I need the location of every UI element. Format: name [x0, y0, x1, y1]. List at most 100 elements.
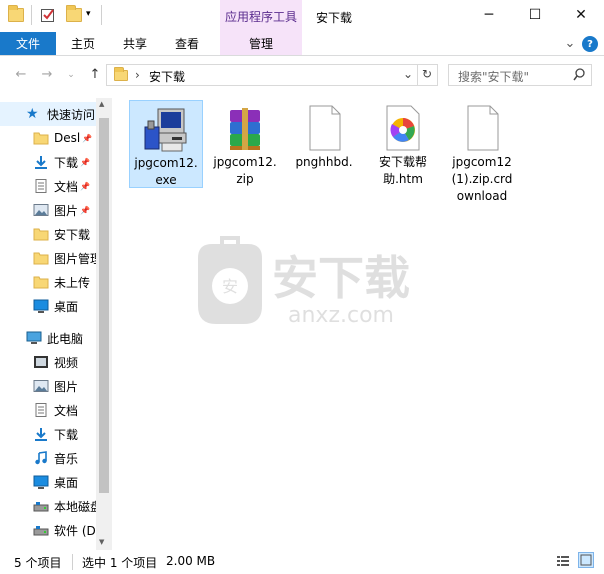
nav-item[interactable]: 图片管理 — [0, 246, 96, 270]
file-name: pnghhbd. — [295, 155, 353, 169]
ribbon-tabs: 文件 主页 共享 查看 管理 ⌄ ? — [0, 32, 604, 56]
selection-size: 2.00 MB — [166, 554, 216, 568]
nav-item[interactable]: 软件 (D — [0, 518, 96, 542]
drive-icon — [33, 523, 49, 537]
file-name: 安下载帮 助.htm — [378, 155, 427, 186]
search-icon[interactable] — [573, 68, 585, 85]
pin-icon: 📌 — [80, 157, 90, 167]
folder-icon — [33, 251, 49, 265]
nav-label: 图片 — [54, 203, 79, 218]
nav-item[interactable]: 文档 📌 — [0, 174, 96, 198]
ribbon-expand-icon[interactable]: ⌄ — [562, 32, 578, 55]
scroll-down-icon[interactable]: ▼ — [99, 538, 104, 546]
nav-item[interactable]: 桌面 — [0, 470, 96, 494]
music-icon — [33, 451, 49, 465]
help-icon[interactable]: ? — [582, 36, 598, 52]
nav-item[interactable]: 本地磁盘 — [0, 494, 96, 518]
tab-home[interactable]: 主页 — [60, 32, 106, 55]
star-icon: ★ — [26, 106, 39, 122]
nav-scrollbar-thumb[interactable] — [99, 118, 109, 493]
nav-label: 本地磁盘 — [54, 499, 96, 514]
file-name: jpgcom12. exe — [134, 156, 198, 187]
file-item[interactable]: 安下载帮 助.htm — [366, 100, 440, 188]
window-title: 安下载 — [316, 11, 353, 25]
nav-item[interactable]: 音乐 — [0, 446, 96, 470]
download-icon — [33, 155, 49, 169]
watermark-text: 安下载 — [272, 251, 410, 305]
computer-icon — [26, 331, 42, 345]
nav-quick-access[interactable]: ★ 快速访问 — [0, 102, 96, 126]
up-arrow-icon[interactable]: ↑ — [86, 67, 104, 83]
divider — [31, 5, 32, 25]
nav-label: 此电脑 — [47, 331, 84, 346]
nav-label: 快速访问 — [47, 107, 96, 122]
file-item[interactable]: pnghhbd. — [287, 100, 361, 188]
document-icon — [33, 403, 49, 417]
desktop-icon — [33, 475, 49, 489]
nav-this-pc[interactable]: 此电脑 — [0, 326, 96, 350]
watermark-logo: 安 安下载 anxz.com — [192, 236, 414, 330]
nav-label: 图片 — [54, 379, 79, 394]
minimize-button[interactable]: ─ — [466, 0, 512, 30]
nav-item[interactable]: 安下载 — [0, 222, 96, 246]
nav-label: 桌面 — [54, 299, 79, 314]
divider — [101, 5, 102, 25]
breadcrumb-item[interactable]: 安下载 — [149, 68, 185, 85]
nav-item[interactable]: 桌面 — [0, 294, 96, 318]
address-dropdown-icon[interactable]: ⌄ — [403, 67, 413, 81]
divider — [72, 554, 73, 570]
search-input[interactable]: 搜索"安下载" — [448, 64, 592, 86]
file-name: jpgcom12. zip — [213, 155, 277, 186]
picture-icon — [33, 203, 49, 217]
nav-label: 桌面 — [54, 475, 79, 490]
file-item[interactable]: jpgcom12 (1).zip.crd ownload — [445, 100, 519, 203]
refresh-icon[interactable]: ↻ — [422, 67, 432, 81]
video-icon — [33, 355, 49, 369]
nav-item[interactable]: 图片 📌 — [0, 198, 96, 222]
customize-quick-access-icon[interactable]: ▾ — [86, 9, 91, 19]
folder-icon — [114, 67, 128, 81]
properties-icon[interactable] — [40, 7, 56, 22]
nav-item[interactable]: 图片 — [0, 374, 96, 398]
nav-item[interactable]: Desl 📌 — [0, 126, 96, 150]
forward-arrow-icon[interactable]: → — [38, 67, 56, 83]
nav-item[interactable]: 未上传 — [0, 270, 96, 294]
document-icon — [33, 179, 49, 193]
picture-icon — [33, 379, 49, 393]
tab-file[interactable]: 文件 — [0, 32, 56, 55]
file-item[interactable]: jpgcom12. exe — [129, 100, 203, 188]
maximize-button[interactable]: ☐ — [512, 0, 558, 30]
browser-htm-icon — [379, 104, 427, 152]
drive-icon — [33, 499, 49, 513]
blank-file-icon — [458, 104, 506, 152]
nav-item[interactable]: 文档 — [0, 398, 96, 422]
nav-item[interactable]: 下载 — [0, 422, 96, 446]
close-button[interactable]: ✕ — [558, 0, 604, 30]
nav-item[interactable]: 下载 📌 — [0, 150, 96, 174]
nav-label: 文档 — [54, 179, 79, 194]
path-separator[interactable]: › — [135, 68, 140, 82]
file-item[interactable]: jpgcom12. zip — [208, 100, 282, 188]
address-bar[interactable]: › 安下载 ⌄ ↻ — [106, 64, 438, 86]
new-folder-icon[interactable] — [66, 5, 82, 22]
nav-label: 未上传 — [54, 275, 91, 290]
back-arrow-icon[interactable]: ← — [12, 67, 30, 83]
selection-count: 选中 1 个项目 — [82, 556, 158, 570]
tab-view[interactable]: 查看 — [164, 32, 210, 55]
search-placeholder: 搜索"安下载" — [458, 70, 530, 84]
item-count: 5 个项目 — [14, 556, 62, 570]
nav-item[interactable]: 视频 — [0, 350, 96, 374]
nav-label: 视频 — [54, 355, 79, 370]
desktop-icon — [33, 299, 49, 313]
address-row: ← → ⌄ ↑ › 安下载 ⌄ ↻ 搜索"安下载" — [0, 60, 604, 90]
status-bar: 5 个项目 选中 1 个项目 2.00 MB — [0, 550, 604, 574]
tab-share[interactable]: 共享 — [112, 32, 158, 55]
details-view-icon[interactable] — [556, 554, 570, 568]
large-icons-view-icon[interactable] — [578, 552, 594, 568]
folder-icon — [33, 275, 49, 289]
download-icon — [33, 427, 49, 441]
scroll-up-icon[interactable]: ▲ — [99, 100, 104, 108]
tab-manage[interactable]: 管理 — [220, 32, 302, 55]
folder-icon — [33, 131, 49, 145]
recent-locations-icon[interactable]: ⌄ — [62, 67, 80, 83]
